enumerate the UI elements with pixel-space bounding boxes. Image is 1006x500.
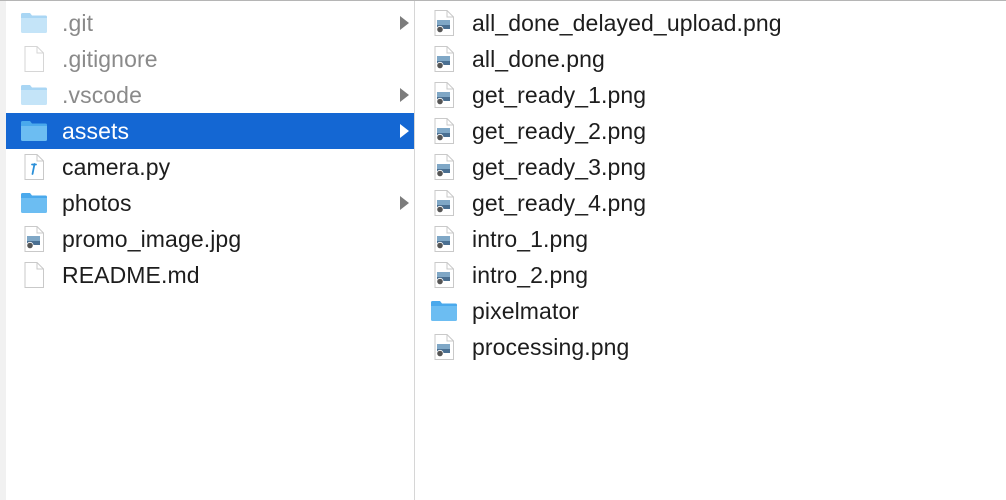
item-label: .git xyxy=(62,9,94,36)
item-label: processing.png xyxy=(472,333,630,360)
image-file-icon xyxy=(434,154,454,180)
chevron-right-icon xyxy=(400,16,409,30)
item-label: get_ready_3.png xyxy=(472,153,647,180)
item-label: all_done_delayed_upload.png xyxy=(472,9,782,36)
item-label: all_done.png xyxy=(472,45,605,72)
item-label: photos xyxy=(62,189,132,216)
list-item-git[interactable]: .git xyxy=(6,5,414,41)
list-item-processing[interactable]: processing.png xyxy=(416,329,1006,365)
image-file-icon xyxy=(434,334,454,360)
list-item-all-done[interactable]: all_done.png xyxy=(416,41,1006,77)
list-item-all-done-delayed-upload[interactable]: all_done_delayed_upload.png xyxy=(416,5,1006,41)
item-label: intro_1.png xyxy=(472,225,589,252)
chevron-right-icon xyxy=(400,88,409,102)
list-item-intro-1[interactable]: intro_1.png xyxy=(416,221,1006,257)
folder-icon xyxy=(21,13,47,33)
item-label: .gitignore xyxy=(62,45,158,72)
list-item-gitignore[interactable]: .gitignore xyxy=(6,41,414,77)
list-item-get-ready-2[interactable]: get_ready_2.png xyxy=(416,113,1006,149)
list-item-readme[interactable]: README.md xyxy=(6,257,414,293)
chevron-right-icon xyxy=(400,124,409,138)
list-item-get-ready-4[interactable]: get_ready_4.png xyxy=(416,185,1006,221)
image-file-icon xyxy=(434,118,454,144)
item-label: README.md xyxy=(62,261,200,288)
item-label: intro_2.png xyxy=(472,261,589,288)
image-file-icon xyxy=(24,226,44,252)
image-file-icon xyxy=(434,226,454,252)
item-label: get_ready_2.png xyxy=(472,117,647,144)
item-label: pixelmator xyxy=(472,297,580,324)
list-item-pixelmator[interactable]: pixelmator xyxy=(416,293,1006,329)
list-item-assets[interactable]: assets xyxy=(6,113,414,149)
item-label: promo_image.jpg xyxy=(62,225,242,252)
item-label: get_ready_4.png xyxy=(472,189,647,216)
image-file-icon xyxy=(434,10,454,36)
document-icon xyxy=(24,262,44,288)
image-file-icon xyxy=(434,82,454,108)
image-file-icon xyxy=(434,46,454,72)
column-assets[interactable]: all_done_delayed_upload.png all_done.png… xyxy=(416,5,1006,500)
list-item-camera-py[interactable]: camera.py xyxy=(6,149,414,185)
list-item-get-ready-3[interactable]: get_ready_3.png xyxy=(416,149,1006,185)
list-item-vscode[interactable]: .vscode xyxy=(6,77,414,113)
image-file-icon xyxy=(434,262,454,288)
item-label: get_ready_1.png xyxy=(472,81,647,108)
list-item-intro-2[interactable]: intro_2.png xyxy=(416,257,1006,293)
folder-icon xyxy=(21,85,47,105)
list-item-get-ready-1[interactable]: get_ready_1.png xyxy=(416,77,1006,113)
python-file-icon xyxy=(24,154,44,180)
folder-icon xyxy=(21,193,47,213)
list-item-promo-image[interactable]: promo_image.jpg xyxy=(6,221,414,257)
column-project-root[interactable]: .git .gitignore .vscode assets camera.py… xyxy=(6,5,414,500)
column-divider[interactable] xyxy=(414,1,415,500)
list-item-photos[interactable]: photos xyxy=(6,185,414,221)
item-label: assets xyxy=(62,117,130,144)
chevron-right-icon xyxy=(400,196,409,210)
item-label: camera.py xyxy=(62,153,171,180)
item-label: .vscode xyxy=(62,81,142,108)
image-file-icon xyxy=(434,190,454,216)
finder-column-view: .git .gitignore .vscode assets camera.py… xyxy=(0,0,1006,500)
folder-icon xyxy=(21,121,47,141)
folder-icon xyxy=(431,301,457,321)
document-icon xyxy=(24,46,44,72)
